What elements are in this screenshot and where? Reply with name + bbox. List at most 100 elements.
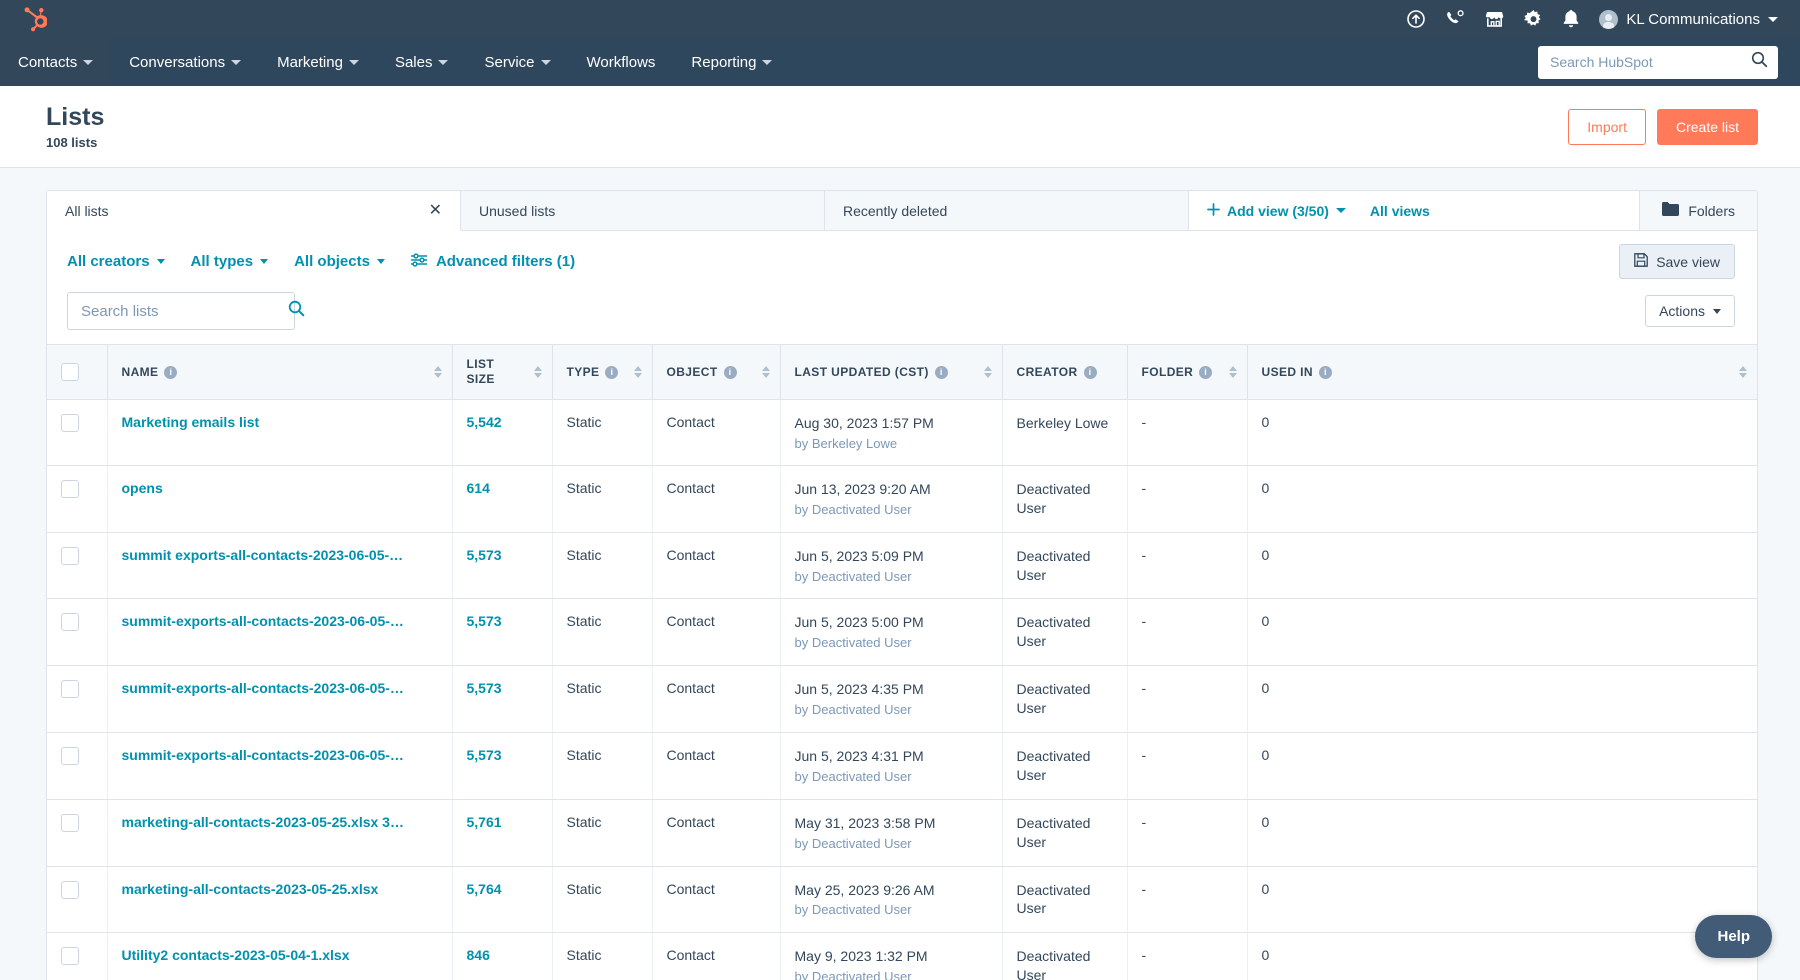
row-checkbox[interactable] (61, 546, 79, 565)
info-icon[interactable]: i (1199, 365, 1213, 379)
row-checkbox[interactable] (61, 880, 79, 899)
list-size-link[interactable]: 614 (467, 480, 490, 496)
table-row[interactable]: summit-exports-all-contacts-2023-06-05-…… (47, 732, 1757, 800)
info-icon[interactable]: i (1083, 365, 1097, 379)
nav-item-conversations[interactable]: Conversations (111, 38, 259, 86)
settings-gear-icon[interactable] (1524, 9, 1543, 29)
sort-toggle[interactable] (1739, 366, 1747, 378)
actions-button[interactable]: Actions (1645, 295, 1735, 327)
list-size-link[interactable]: 5,764 (467, 881, 502, 897)
list-size-link[interactable]: 5,761 (467, 814, 502, 830)
row-checkbox[interactable] (61, 947, 79, 966)
list-name-link[interactable]: Marketing emails list (122, 414, 442, 430)
table-row[interactable]: Marketing emails list 5,542 Static Contact A… (47, 399, 1757, 466)
info-icon[interactable]: i (934, 365, 948, 379)
filter-all-types[interactable]: All types (191, 253, 269, 270)
list-name-link[interactable]: summit-exports-all-contacts-2023-06-05-… (122, 680, 442, 696)
create-list-button[interactable]: Create list (1656, 108, 1758, 145)
list-name-link[interactable]: marketing-all-contacts-2023-05-25.xlsx 3… (122, 814, 442, 830)
advanced-filters-button[interactable]: Advanced filters (1) (410, 252, 575, 271)
hubspot-search-input[interactable] (1550, 54, 1745, 70)
all-views-link[interactable]: All views (1364, 191, 1436, 230)
list-name-link[interactable]: Utility2 contacts-2023-05-04-1.xlsx (122, 947, 442, 963)
sort-toggle[interactable] (761, 366, 770, 378)
account-menu[interactable]: KL Communications (1599, 9, 1778, 29)
filter-all-creators[interactable]: All creators (67, 253, 165, 270)
row-checkbox[interactable] (61, 613, 79, 632)
column-header-object[interactable]: OBJECT i (652, 344, 781, 400)
folders-button[interactable]: Folders (1639, 191, 1757, 230)
upgrade-icon[interactable] (1407, 10, 1426, 28)
row-checkbox[interactable] (61, 479, 79, 498)
list-size-link[interactable]: 5,573 (467, 547, 502, 563)
info-icon[interactable]: i (1318, 365, 1332, 379)
table-row[interactable]: marketing-all-contacts-2023-05-25.xlsx 3… (47, 799, 1757, 867)
list-name-link[interactable]: marketing-all-contacts-2023-05-25.xlsx (122, 881, 442, 897)
updated-by: by Deactivated User (794, 635, 912, 651)
column-header-last-updated[interactable]: LAST UPDATED (CST) i (780, 344, 1003, 400)
sort-toggle[interactable] (633, 366, 642, 378)
row-checkbox[interactable] (61, 747, 79, 766)
sort-toggle[interactable] (1228, 366, 1237, 378)
notifications-bell-icon[interactable] (1563, 10, 1579, 28)
list-size-link[interactable]: 5,573 (467, 613, 502, 629)
info-icon[interactable]: i (164, 365, 178, 379)
list-size-link[interactable]: 5,542 (467, 414, 502, 430)
creator-name: Deactivated User (1016, 547, 1091, 583)
table-row[interactable]: summit-exports-all-contacts-2023-06-05-…… (47, 665, 1757, 734)
sort-toggle[interactable] (533, 366, 542, 378)
row-checkbox[interactable] (61, 414, 79, 432)
import-button[interactable]: Import (1568, 108, 1646, 145)
column-header-name[interactable]: NAME i (107, 344, 453, 400)
hubspot-logo[interactable] (0, 6, 70, 32)
table-row[interactable]: summit-exports-all-contacts-2023-06-05-…… (47, 598, 1757, 667)
info-icon[interactable]: i (605, 365, 619, 379)
list-size-link[interactable]: 846 (467, 947, 490, 963)
column-header-creator[interactable]: CREATOR i (1002, 344, 1128, 400)
column-header-folder[interactable]: FOLDER i (1127, 344, 1248, 400)
row-checkbox[interactable] (61, 813, 79, 832)
list-name-link[interactable]: summit-exports-all-contacts-2023-06-05-… (122, 613, 442, 629)
list-name-link[interactable]: summit-exports-all-contacts-2023-06-05-… (122, 747, 442, 763)
table-row[interactable]: marketing-all-contacts-2023-05-25.xlsx 5,… (47, 866, 1757, 934)
info-icon[interactable]: i (723, 365, 737, 379)
nav-item-reporting[interactable]: Reporting (673, 38, 790, 86)
add-view-button[interactable]: Add view (3/50) (1189, 191, 1364, 230)
row-select-cell (47, 399, 108, 466)
row-size-cell: 5,542 (452, 399, 553, 466)
search-lists[interactable] (67, 292, 305, 330)
list-size-link[interactable]: 5,573 (467, 747, 502, 763)
nav-item-service[interactable]: Service (466, 38, 568, 86)
nav-item-marketing[interactable]: Marketing (259, 38, 377, 86)
table-row[interactable]: summit exports-all-contacts-2023-06-05-…… (47, 532, 1757, 600)
save-view-button[interactable]: Save view (1619, 244, 1735, 279)
tab-unused-lists[interactable]: Unused lists (461, 191, 825, 230)
list-name-link[interactable]: opens (122, 480, 442, 496)
list-size-link[interactable]: 5,573 (467, 680, 502, 696)
marketplace-icon[interactable] (1485, 10, 1504, 28)
nav-label: Marketing (277, 53, 343, 71)
sort-toggle[interactable] (433, 366, 442, 378)
filter-all-objects[interactable]: All objects (294, 253, 385, 270)
column-header-type[interactable]: TYPE i (552, 344, 653, 400)
nav-item-sales[interactable]: Sales (377, 38, 467, 86)
help-button[interactable]: Help (1695, 915, 1772, 958)
sort-toggle[interactable] (983, 366, 992, 378)
select-all-checkbox[interactable] (61, 363, 79, 381)
nav-item-contacts[interactable]: Contacts (0, 38, 112, 86)
tab-recently-deleted[interactable]: Recently deleted (825, 191, 1189, 230)
table-row[interactable]: opens 614 Static Contact Jun 13, 2023 9:20 A… (47, 465, 1757, 533)
search-icon[interactable] (288, 300, 305, 322)
phone-icon[interactable] (1445, 10, 1465, 28)
tab-all-lists[interactable]: All lists ✕ (47, 191, 461, 231)
list-name-link[interactable]: summit exports-all-contacts-2023-06-05-… (122, 547, 442, 563)
search-icon[interactable] (1751, 51, 1768, 73)
column-header-list-size[interactable]: LIST SIZE (452, 344, 553, 400)
hubspot-search[interactable] (1538, 45, 1778, 79)
table-row[interactable]: Utility2 contacts-2023-05-04-1.xlsx 846 St… (47, 932, 1757, 980)
row-checkbox[interactable] (61, 680, 79, 699)
column-header-used-in[interactable]: USED IN i (1247, 344, 1757, 400)
nav-item-workflows[interactable]: Workflows (569, 38, 674, 86)
search-lists-input[interactable] (81, 302, 280, 320)
close-icon[interactable]: ✕ (429, 202, 442, 219)
